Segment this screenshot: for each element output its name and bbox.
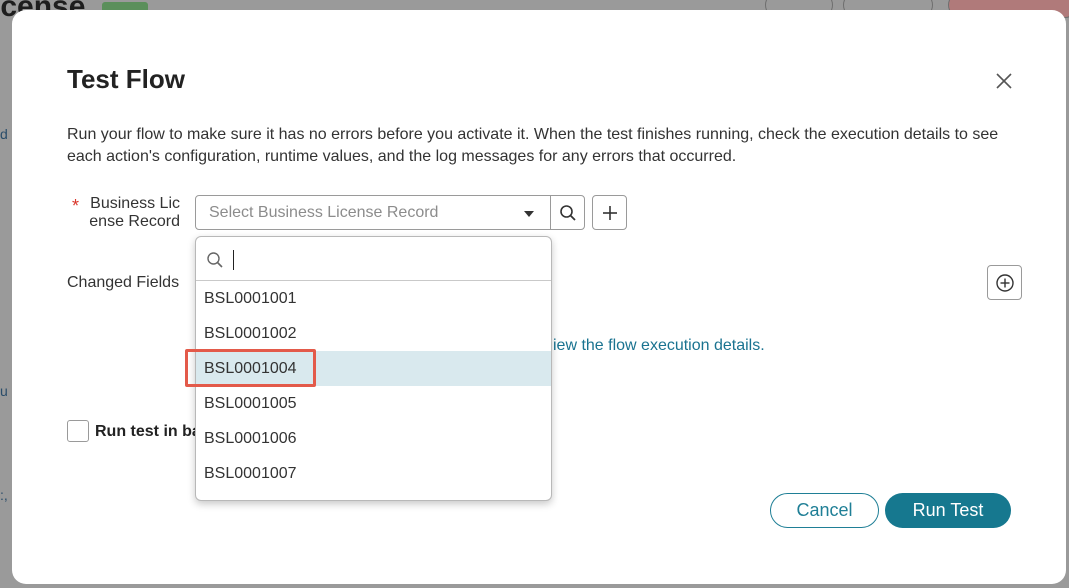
circle-plus-icon: [995, 273, 1014, 292]
flow-execution-details-link[interactable]: iew the flow execution details.: [553, 337, 765, 355]
background-left-fragment: :,: [0, 487, 8, 503]
dropdown-option[interactable]: BSL0001001: [196, 281, 551, 316]
background-left-fragment: u: [0, 383, 8, 399]
modal-title: Test Flow: [67, 64, 185, 94]
dropdown-option[interactable]: BSL0001006: [196, 421, 551, 456]
run-test-button[interactable]: Run Test: [885, 493, 1011, 528]
add-changed-field-button[interactable]: [987, 265, 1022, 300]
dropdown-option[interactable]: BSL0001007: [196, 456, 551, 491]
required-indicator: *: [72, 196, 80, 216]
select-placeholder: Select Business License Record: [209, 204, 439, 221]
business-license-record-label: Business License Record: [89, 195, 180, 230]
dropdown-search-input[interactable]: [196, 237, 551, 281]
business-license-record-select[interactable]: Select Business License Record: [195, 195, 551, 230]
background-left-fragment: d: [0, 126, 8, 142]
search-icon: [207, 252, 223, 268]
search-icon: [559, 204, 576, 221]
close-button[interactable]: [992, 69, 1016, 93]
record-search-button[interactable]: [550, 195, 585, 230]
add-record-button[interactable]: [592, 195, 627, 230]
run-test-in-background-checkbox[interactable]: [67, 420, 89, 442]
chevron-down-icon: [524, 211, 534, 217]
dropdown-option[interactable]: BSL0001002: [196, 316, 551, 351]
dropdown-option[interactable]: BSL0001005: [196, 386, 551, 421]
annotation-highlight-box: [185, 349, 316, 387]
plus-icon: [602, 205, 617, 220]
run-test-in-background-label: Run test in ba: [95, 423, 197, 440]
cancel-button[interactable]: Cancel: [770, 493, 879, 528]
modal-description: Run your flow to make sure it has no err…: [67, 126, 999, 165]
text-cursor: [233, 250, 234, 270]
changed-fields-label: Changed Fields: [67, 274, 180, 291]
close-icon: [996, 73, 1012, 89]
